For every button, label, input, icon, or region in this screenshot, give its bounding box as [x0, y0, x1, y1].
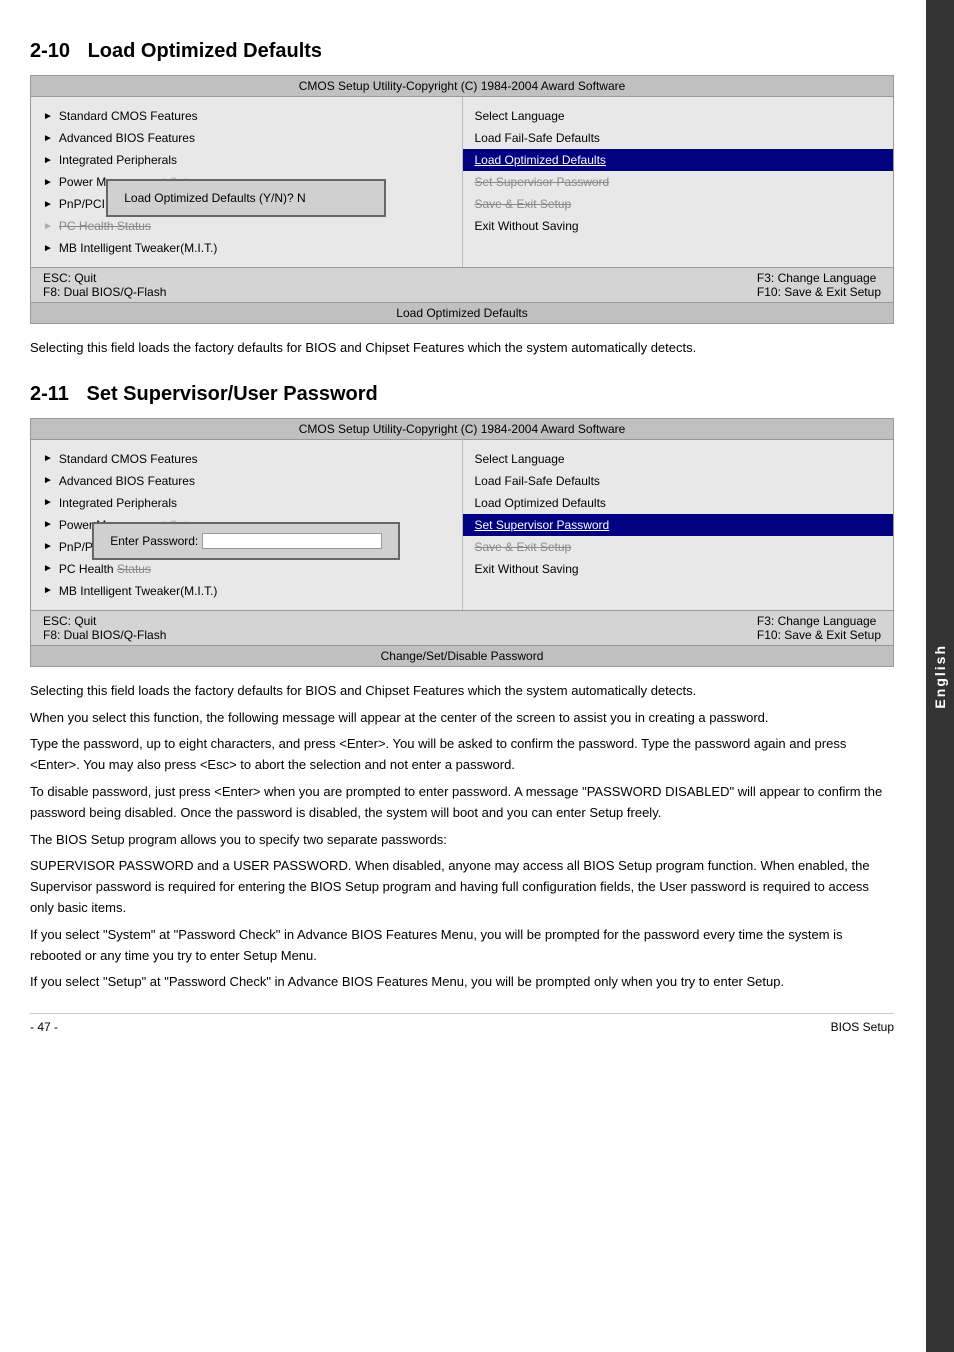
- bios-right-item: Set Supervisor Password: [475, 171, 882, 193]
- bios-left-item: ► Integrated Peripherals: [43, 149, 450, 171]
- bios-right-item: Save & Exit Setup: [475, 193, 882, 215]
- bios-footer-210: ESC: Quit F8: Dual BIOS/Q-Flash F3: Chan…: [31, 267, 893, 302]
- bios-popup-row-211: ► PnP/PCI C Enter Password:: [43, 536, 450, 558]
- arrow-icon: ►: [43, 219, 53, 234]
- bios-left-item: ► Standard CMOS Features: [43, 448, 450, 470]
- bios-body-211: ► Standard CMOS Features ► Advanced BIOS…: [31, 440, 893, 610]
- bios-left-210: ► Standard CMOS Features ► Advanced BIOS…: [31, 97, 463, 267]
- bios-left-item: ► Advanced BIOS Features: [43, 127, 450, 149]
- arrow-icon: ►: [43, 241, 53, 256]
- bios-body-210: ► Standard CMOS Features ► Advanced BIOS…: [31, 97, 893, 267]
- section-211-para-6: If you select "System" at "Password Chec…: [30, 925, 894, 967]
- arrow-icon: ►: [43, 517, 53, 532]
- bios-right-item: Load Optimized Defaults: [475, 492, 882, 514]
- page-footer: - 47 - BIOS Setup: [30, 1013, 894, 1034]
- section-211-heading: 2-11 Set Supervisor/User Password: [30, 383, 894, 406]
- bios-left-item: ► MB Intelligent Tweaker(M.I.T.): [43, 580, 450, 602]
- section-210-heading: 2-10 Load Optimized Defaults: [30, 40, 894, 63]
- arrow-icon: ►: [43, 109, 53, 124]
- bios-right-210: Select Language Load Fail-Safe Defaults …: [463, 97, 894, 267]
- bios-box-210: CMOS Setup Utility-Copyright (C) 1984-20…: [30, 75, 894, 324]
- bios-right-item: Exit Without Saving: [475, 558, 882, 580]
- bios-title-211: CMOS Setup Utility-Copyright (C) 1984-20…: [31, 419, 893, 440]
- enter-password-row: Enter Password:: [110, 532, 382, 550]
- bios-right-item: Select Language: [475, 448, 882, 470]
- bios-right-item: Load Fail-Safe Defaults: [475, 470, 882, 492]
- footer-left: ESC: Quit F8: Dual BIOS/Q-Flash: [43, 271, 166, 299]
- footer-left: ESC: Quit F8: Dual BIOS/Q-Flash: [43, 614, 166, 642]
- arrow-icon: ►: [43, 539, 53, 554]
- bios-right-item: Select Language: [475, 105, 882, 127]
- bios-footer-211: ESC: Quit F8: Dual BIOS/Q-Flash F3: Chan…: [31, 610, 893, 645]
- section-211-para-7: If you select "Setup" at "Password Check…: [30, 972, 894, 993]
- bios-title-210: CMOS Setup Utility-Copyright (C) 1984-20…: [31, 76, 893, 97]
- section-211-para-5: SUPERVISOR PASSWORD and a USER PASSWORD.…: [30, 856, 894, 918]
- section-211-para-1: When you select this function, the follo…: [30, 708, 894, 729]
- bios-right-item: Save & Exit Setup: [475, 536, 882, 558]
- bios-left-item: ► Integrated Peripherals: [43, 492, 450, 514]
- section-211-para-3: To disable password, just press <Enter> …: [30, 782, 894, 824]
- bios-popup-211: Enter Password:: [92, 522, 400, 560]
- footer-right: F3: Change Language F10: Save & Exit Set…: [757, 271, 881, 299]
- bios-box-211: CMOS Setup Utility-Copyright (C) 1984-20…: [30, 418, 894, 667]
- side-tab: English: [926, 0, 954, 1352]
- bios-left-item: ► PC Health Status: [43, 215, 450, 237]
- arrow-icon: ►: [43, 451, 53, 466]
- bios-popup-210: Load Optimized Defaults (Y/N)? N: [106, 179, 386, 217]
- bios-left-item: ► Advanced BIOS Features: [43, 470, 450, 492]
- password-input-box[interactable]: [202, 533, 382, 549]
- bios-left-item: ► PC Health Status: [43, 558, 450, 580]
- bios-right-item-highlighted: Load Optimized Defaults: [463, 149, 894, 171]
- section-211-para-4: The BIOS Setup program allows you to spe…: [30, 830, 894, 851]
- section-211-para-2: Type the password, up to eight character…: [30, 734, 894, 776]
- bios-status-211: Change/Set/Disable Password: [31, 645, 893, 666]
- arrow-icon: ►: [43, 561, 53, 576]
- arrow-icon: ►: [43, 197, 53, 212]
- bios-popup-row-210: ► PnP/PCI C Load Optimized Defaults (Y/N…: [43, 193, 450, 215]
- bios-left-211: ► Standard CMOS Features ► Advanced BIOS…: [31, 440, 463, 610]
- bios-right-item: Exit Without Saving: [475, 215, 882, 237]
- arrow-icon: ►: [43, 175, 53, 190]
- bios-right-211: Select Language Load Fail-Safe Defaults …: [463, 440, 894, 610]
- arrow-icon: ►: [43, 131, 53, 146]
- arrow-icon: ►: [43, 583, 53, 598]
- section-210-desc: Selecting this field loads the factory d…: [30, 338, 894, 359]
- arrow-icon: ►: [43, 495, 53, 510]
- arrow-icon: ►: [43, 153, 53, 168]
- arrow-icon: ►: [43, 473, 53, 488]
- section-211-para-0: Selecting this field loads the factory d…: [30, 681, 894, 702]
- footer-right: F3: Change Language F10: Save & Exit Set…: [757, 614, 881, 642]
- bios-right-item-highlighted: Set Supervisor Password: [463, 514, 894, 536]
- bios-left-item: ► Standard CMOS Features: [43, 105, 450, 127]
- bios-status-210: Load Optimized Defaults: [31, 302, 893, 323]
- bios-right-item: Load Fail-Safe Defaults: [475, 127, 882, 149]
- bios-left-item: ► MB Intelligent Tweaker(M.I.T.): [43, 237, 450, 259]
